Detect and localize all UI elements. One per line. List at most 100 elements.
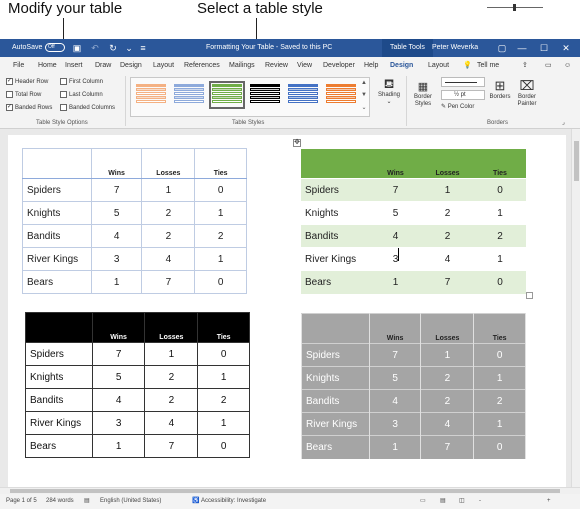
ties-cell[interactable]: 2: [473, 389, 526, 413]
team-name-cell[interactable]: Bears: [22, 270, 92, 294]
customize-icon[interactable]: ⌄: [122, 39, 136, 57]
losses-cell[interactable]: 4: [421, 247, 474, 271]
wins-cell[interactable]: 7: [370, 178, 421, 202]
column-header[interactable]: [301, 148, 370, 179]
table-style-swatch[interactable]: [288, 84, 318, 106]
table-gray[interactable]: Wins Losses Ties Spiders 7 1 0 Knights 5 2 1 Bandit…: [301, 313, 526, 459]
tab-help[interactable]: Help: [364, 57, 378, 74]
column-header[interactable]: Wins: [90, 148, 143, 179]
minimize-icon[interactable]: —: [515, 39, 529, 57]
losses-cell[interactable]: 7: [141, 270, 196, 294]
wins-cell[interactable]: 4: [370, 224, 421, 248]
zoom-in-button[interactable]: +: [547, 494, 551, 509]
table-green-banded[interactable]: Wins Losses Ties Spiders 7 1 0 Knights 5 2 1 Bandit…: [301, 148, 526, 294]
ties-cell[interactable]: 1: [474, 201, 526, 225]
losses-cell[interactable]: 4: [420, 412, 475, 436]
team-name-cell[interactable]: Bandits: [25, 388, 93, 412]
tab-insert[interactable]: Insert: [65, 57, 83, 74]
wins-cell[interactable]: 4: [90, 224, 143, 248]
gallery-scroll-up-icon[interactable]: ▲: [360, 80, 368, 86]
ties-cell[interactable]: 0: [194, 178, 247, 202]
share-icon[interactable]: ⇪: [522, 57, 528, 74]
column-header[interactable]: Wins: [368, 313, 422, 344]
checkbox-first-column[interactable]: [60, 78, 67, 85]
column-header[interactable]: Losses: [141, 148, 196, 179]
checkbox-header-row[interactable]: ✓: [6, 78, 13, 85]
wins-cell[interactable]: 4: [91, 388, 146, 412]
vertical-scrollbar[interactable]: [571, 129, 580, 487]
horizontal-scroll-thumb[interactable]: [10, 489, 560, 493]
option-header-row[interactable]: ✓ Header Row: [6, 78, 48, 85]
maximize-icon[interactable]: ☐: [537, 39, 551, 57]
wins-cell[interactable]: 3: [91, 411, 146, 435]
team-name-cell[interactable]: River Kings: [25, 411, 93, 435]
gallery-scroll-down-icon[interactable]: ▼: [360, 92, 368, 98]
column-header[interactable]: [25, 312, 93, 343]
column-header[interactable]: Ties: [473, 313, 526, 344]
border-painter-button[interactable]: ⌧ Border Painter: [513, 78, 541, 108]
tab-mailings[interactable]: Mailings: [229, 57, 255, 74]
ties-cell[interactable]: 2: [197, 388, 250, 412]
losses-cell[interactable]: 2: [144, 365, 199, 389]
accessibility-status[interactable]: Accessibility: Investigate: [201, 494, 266, 509]
ties-cell[interactable]: 1: [194, 201, 247, 225]
wins-cell[interactable]: 4: [368, 389, 422, 413]
line-style-dropdown[interactable]: [441, 77, 485, 87]
checkbox-total-row[interactable]: [6, 91, 13, 98]
table-plain[interactable]: Wins Losses Ties Spiders 7 1 0 Knights 5 2 1 Bandit…: [22, 148, 247, 294]
team-name-cell[interactable]: River Kings: [301, 247, 370, 271]
ties-cell[interactable]: 1: [473, 412, 526, 436]
checkbox-last-column[interactable]: [60, 91, 67, 98]
table-style-swatch[interactable]: [136, 84, 166, 106]
wins-cell[interactable]: 3: [370, 247, 421, 271]
losses-cell[interactable]: 1: [421, 178, 474, 202]
wins-cell[interactable]: 7: [368, 343, 422, 367]
table-resize-handle[interactable]: [526, 292, 533, 299]
losses-cell[interactable]: 2: [421, 201, 474, 225]
tab-home[interactable]: Home: [38, 57, 57, 74]
pen-color-button[interactable]: ✎ Pen Color: [441, 103, 474, 110]
column-header[interactable]: [22, 148, 92, 179]
table-style-swatch-selected[interactable]: [209, 81, 245, 109]
losses-cell[interactable]: 7: [420, 435, 475, 459]
wins-cell[interactable]: 7: [91, 342, 146, 366]
print-layout-icon[interactable]: ▤: [440, 494, 446, 509]
ties-cell[interactable]: 0: [473, 343, 526, 367]
comments-icon[interactable]: ▭: [545, 57, 552, 74]
checkbox-banded-columns[interactable]: [60, 104, 67, 111]
team-name-cell[interactable]: Knights: [301, 366, 370, 390]
table-style-swatch[interactable]: [250, 84, 280, 106]
column-header[interactable]: Ties: [197, 312, 250, 343]
option-total-row[interactable]: Total Row: [6, 91, 41, 98]
tab-draw[interactable]: Draw: [95, 57, 111, 74]
borders-button[interactable]: ⊞ Borders: [488, 78, 512, 101]
table-style-swatch[interactable]: [326, 84, 356, 106]
losses-cell[interactable]: 4: [141, 247, 196, 271]
ties-cell[interactable]: 0: [473, 435, 526, 459]
team-name-cell[interactable]: Spiders: [301, 343, 370, 367]
tab-references[interactable]: References: [184, 57, 220, 74]
wins-cell[interactable]: 3: [90, 247, 143, 271]
team-name-cell[interactable]: Spiders: [22, 178, 92, 202]
gallery-more-icon[interactable]: ⌄: [360, 104, 368, 111]
wins-cell[interactable]: 5: [370, 201, 421, 225]
ties-cell[interactable]: 1: [474, 247, 526, 271]
table-style-swatch[interactable]: [174, 84, 204, 106]
column-header[interactable]: Ties: [194, 148, 247, 179]
page-count[interactable]: Page 1 of 5: [6, 494, 37, 509]
team-name-cell[interactable]: Knights: [301, 201, 370, 225]
option-banded-columns[interactable]: Banded Columns: [60, 104, 115, 111]
redo-icon[interactable]: ↻: [106, 39, 120, 57]
losses-cell[interactable]: 2: [421, 224, 474, 248]
borders-dialog-launcher-icon[interactable]: ⌟: [562, 119, 565, 126]
save-icon[interactable]: ▣: [70, 39, 84, 57]
wins-cell[interactable]: 3: [368, 412, 422, 436]
web-layout-icon[interactable]: ◫: [459, 494, 465, 509]
ties-cell[interactable]: 1: [197, 411, 250, 435]
tab-design[interactable]: Design: [120, 57, 142, 74]
team-name-cell[interactable]: Bandits: [301, 224, 370, 248]
vertical-scroll-thumb[interactable]: [574, 141, 579, 181]
team-name-cell[interactable]: Spiders: [301, 178, 370, 202]
team-name-cell[interactable]: River Kings: [301, 412, 370, 436]
losses-cell[interactable]: 2: [141, 201, 196, 225]
